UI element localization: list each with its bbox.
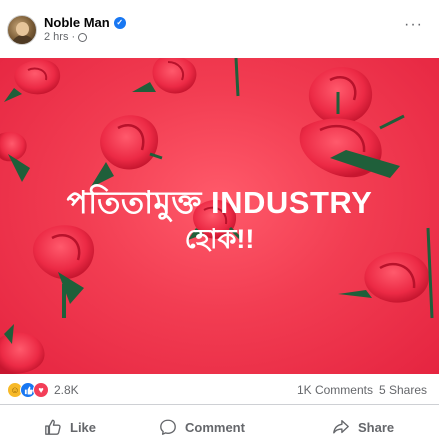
comments-count[interactable]: 1K Comments (297, 383, 373, 397)
image-headline-line2: হোক!! (184, 224, 255, 254)
author-row: Noble Man ✓ (44, 15, 126, 30)
post-action-bar: Like Comment Share (0, 404, 439, 448)
more-options-icon[interactable]: ··· (404, 17, 423, 33)
avatar-shoulders (11, 35, 35, 44)
rose-right (299, 114, 405, 178)
author-name[interactable]: Noble Man (44, 15, 110, 30)
post-meta: 2 hrs · (44, 31, 88, 43)
post-time[interactable]: 2 hrs (44, 31, 68, 43)
rose-center (90, 115, 163, 188)
comment-button[interactable]: Comment (159, 405, 245, 448)
avatar-face (16, 22, 29, 36)
thumbs-up-icon (45, 419, 61, 435)
love-reaction-icon: ♥ (33, 382, 49, 398)
rose-mid-left (0, 131, 30, 182)
reaction-count[interactable]: 2.8K (54, 383, 79, 397)
globe-icon (78, 32, 88, 42)
share-button-label: Share (358, 419, 395, 435)
like-button[interactable]: Like (44, 405, 96, 448)
rose-top-center (132, 58, 240, 97)
comment-icon (160, 419, 176, 435)
comment-button-label: Comment (185, 419, 245, 435)
share-arrow-icon (333, 420, 349, 434)
share-button[interactable]: Share (332, 405, 394, 448)
verified-badge-icon: ✓ (113, 16, 126, 29)
post-image[interactable]: পতিতামুক্ত INDUSTRY হোক!! (0, 58, 439, 374)
shares-count[interactable]: 5 Shares (379, 383, 427, 397)
like-button-label: Like (70, 419, 97, 435)
author-avatar[interactable] (7, 15, 37, 45)
rose-bottom-left (0, 324, 45, 374)
rose-top-right (308, 67, 373, 125)
reaction-summary[interactable]: ☺ ♥ 2.8K (7, 382, 79, 398)
engagement-counts: 1K Comments 5 Shares (297, 383, 427, 397)
post-stats: ☺ ♥ 2.8K 1K Comments 5 Shares (0, 374, 439, 404)
rose-top-left (4, 59, 61, 102)
meta-separator: · (71, 31, 76, 43)
post-header: Noble Man ✓ 2 hrs · ··· (0, 0, 439, 58)
